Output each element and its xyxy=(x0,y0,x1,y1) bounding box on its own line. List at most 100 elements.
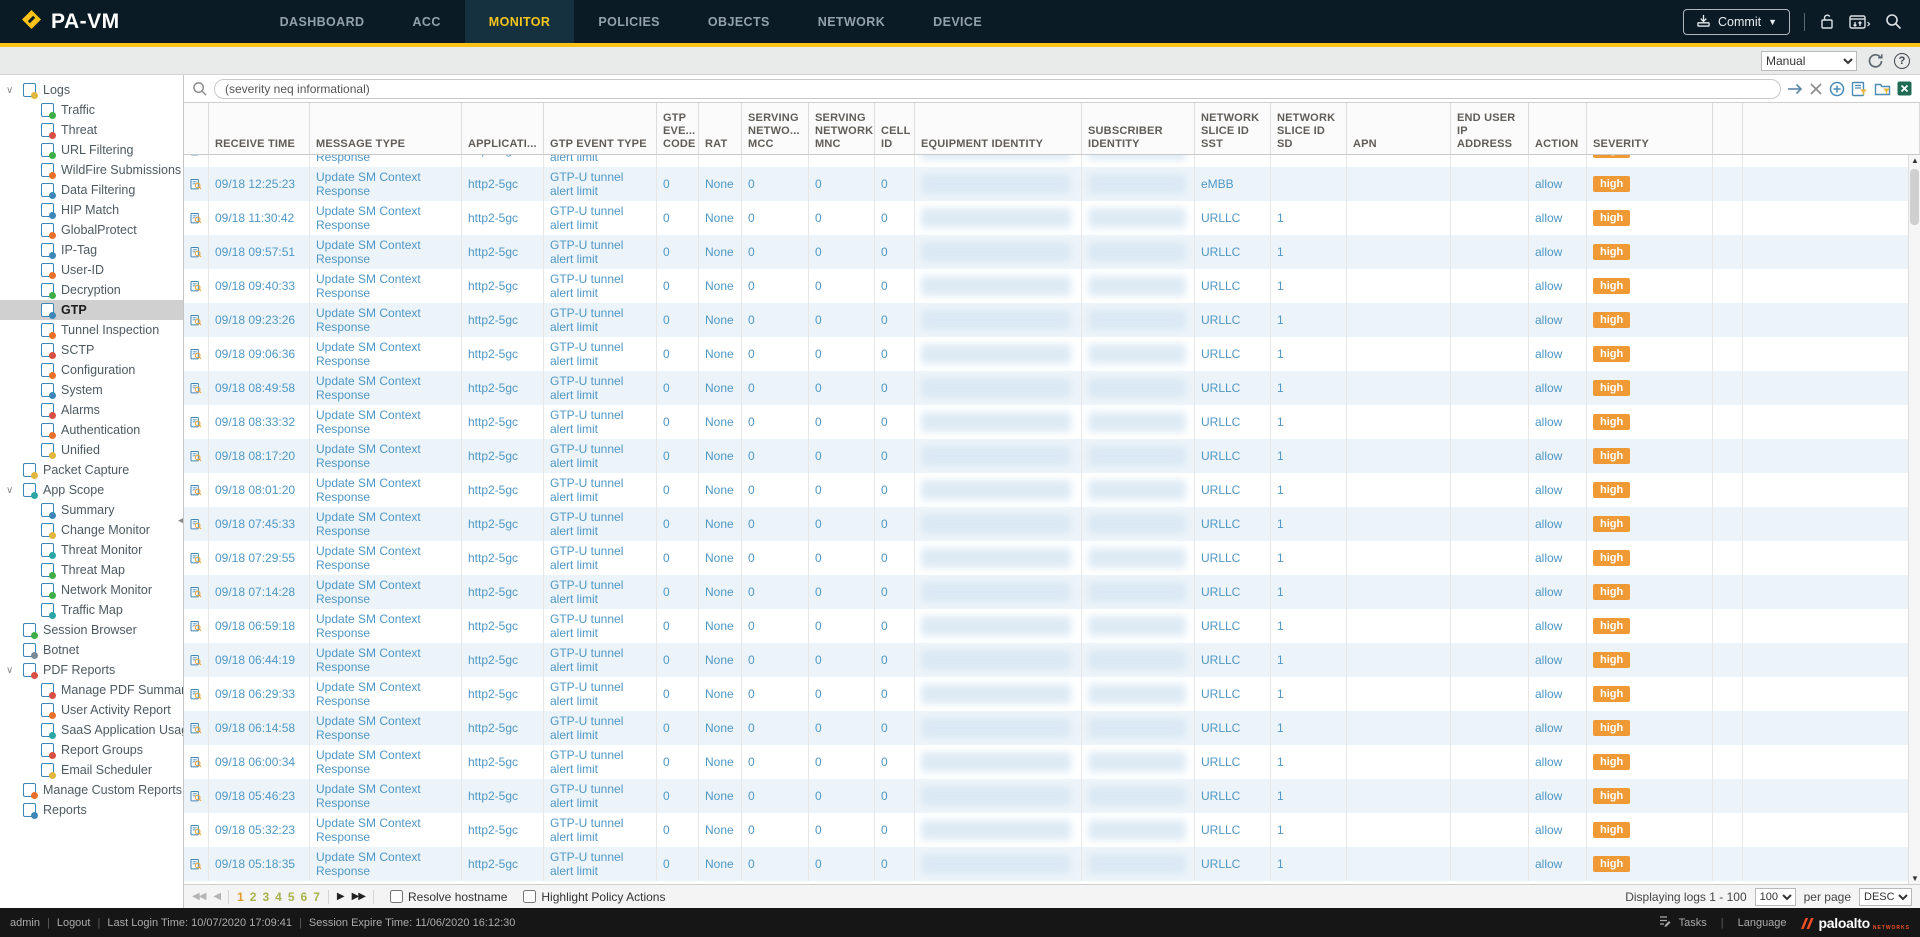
log-detail-icon[interactable] xyxy=(184,711,209,745)
action-link[interactable]: allow xyxy=(1529,643,1587,677)
partial-log-row[interactable]: Update SM Context Responsehttp2-5gcGTP-U… xyxy=(184,155,1920,167)
next-page-icon[interactable]: ▶ xyxy=(337,891,344,902)
column-header-action[interactable]: ACTION xyxy=(1529,103,1587,154)
sidebar-item-threat[interactable]: Threat xyxy=(0,120,183,140)
sidebar-item-email-scheduler[interactable]: Email Scheduler xyxy=(0,760,183,780)
nav-tab-network[interactable]: NETWORK xyxy=(794,0,909,43)
sidebar-item-manage-pdf-summary[interactable]: Manage PDF Summary xyxy=(0,680,183,700)
log-detail-icon[interactable] xyxy=(184,507,209,541)
scroll-up-icon[interactable]: ▲ xyxy=(1909,156,1920,165)
action-link[interactable]: allow xyxy=(1529,779,1587,813)
nav-tab-objects[interactable]: OBJECTS xyxy=(684,0,794,43)
nav-tab-device[interactable]: DEVICE xyxy=(909,0,1006,43)
sort-order-select[interactable]: DESC xyxy=(1859,888,1912,906)
log-detail-icon[interactable] xyxy=(184,609,209,643)
action-link[interactable]: allow xyxy=(1529,269,1587,303)
sidebar-item-app-scope[interactable]: ∨App Scope xyxy=(0,480,183,500)
page-number-4[interactable]: 4 xyxy=(275,890,282,904)
column-header-sst[interactable]: NETWORK SLICE ID SST xyxy=(1195,103,1271,154)
sidebar-item-threat-map[interactable]: Threat Map xyxy=(0,560,183,580)
sidebar-item-botnet[interactable]: Botnet xyxy=(0,640,183,660)
action-link[interactable]: allow xyxy=(1529,235,1587,269)
log-row[interactable]: 09/18 12:25:23Update SM Context Response… xyxy=(184,167,1920,201)
log-row[interactable]: 09/18 07:14:28Update SM Context Response… xyxy=(184,575,1920,609)
action-link[interactable]: allow xyxy=(1529,405,1587,439)
column-header-severity[interactable]: SEVERITY xyxy=(1587,103,1713,154)
column-header-mnc[interactable]: SERVING NETWORK MNC xyxy=(809,103,875,154)
sidebar-item-unified[interactable]: Unified xyxy=(0,440,183,460)
sidebar-item-hip-match[interactable]: HIP Match xyxy=(0,200,183,220)
page-number-6[interactable]: 6 xyxy=(301,890,308,904)
page-number-5[interactable]: 5 xyxy=(288,890,295,904)
column-header-subscriber[interactable]: SUBSCRIBER IDENTITY xyxy=(1082,103,1195,154)
help-icon[interactable]: ? xyxy=(1894,53,1910,69)
column-header-mcc[interactable]: SERVING NETWO... MCC xyxy=(742,103,809,154)
action-link[interactable]: allow xyxy=(1529,711,1587,745)
log-detail-icon[interactable] xyxy=(184,439,209,473)
action-link[interactable]: allow xyxy=(1529,575,1587,609)
log-row[interactable]: 09/18 05:32:23Update SM Context Response… xyxy=(184,813,1920,847)
highlight-policy-checkbox[interactable] xyxy=(523,890,536,903)
log-detail-icon[interactable] xyxy=(184,643,209,677)
log-row[interactable]: 09/18 06:44:19Update SM Context Response… xyxy=(184,643,1920,677)
sidebar-item-globalprotect[interactable]: GlobalProtect xyxy=(0,220,183,240)
sidebar-item-alarms[interactable]: Alarms xyxy=(0,400,183,420)
load-filter-icon[interactable] xyxy=(1874,80,1891,97)
log-detail-icon[interactable] xyxy=(184,167,209,201)
sidebar-item-sctp[interactable]: SCTP xyxy=(0,340,183,360)
action-link[interactable]: allow xyxy=(1529,507,1587,541)
sidebar-item-manage-custom-reports[interactable]: Manage Custom Reports xyxy=(0,780,183,800)
log-row[interactable]: 09/18 07:29:55Update SM Context Response… xyxy=(184,541,1920,575)
action-link[interactable]: allow xyxy=(1529,473,1587,507)
sidebar-item-saas-application-usage[interactable]: SaaS Application Usage xyxy=(0,720,183,740)
auto-refresh-select[interactable]: Manual xyxy=(1761,51,1857,71)
vertical-scrollbar[interactable]: ▲ ▼ xyxy=(1908,155,1920,884)
action-link[interactable]: allow xyxy=(1529,167,1587,201)
export-csv-icon[interactable] xyxy=(1897,81,1912,96)
save-filter-icon[interactable] xyxy=(1851,80,1868,97)
column-header-app[interactable]: APPLICATI... xyxy=(462,103,544,154)
log-row[interactable]: 09/18 07:45:33Update SM Context Response… xyxy=(184,507,1920,541)
search-icon[interactable] xyxy=(1885,13,1902,30)
sidebar-item-summary[interactable]: Summary xyxy=(0,500,183,520)
log-detail-icon[interactable] xyxy=(184,677,209,711)
sidebar-item-report-groups[interactable]: Report Groups xyxy=(0,740,183,760)
page-number-7[interactable]: 7 xyxy=(313,890,320,904)
per-page-select[interactable]: 100 xyxy=(1755,888,1796,906)
log-detail-icon[interactable] xyxy=(184,201,209,235)
log-detail-icon[interactable] xyxy=(184,155,209,167)
chevron-expanded-icon[interactable]: ∨ xyxy=(6,665,23,676)
log-row[interactable]: 09/18 09:40:33Update SM Context Response… xyxy=(184,269,1920,303)
column-header-event[interactable]: GTP EVENT TYPE xyxy=(544,103,657,154)
sidebar-item-configuration[interactable]: Configuration xyxy=(0,360,183,380)
log-detail-icon[interactable] xyxy=(184,779,209,813)
action-link[interactable]: allow xyxy=(1529,303,1587,337)
save-config-icon[interactable] xyxy=(1849,13,1871,30)
chevron-expanded-icon[interactable]: ∨ xyxy=(6,485,23,496)
log-row[interactable]: 09/18 08:17:20Update SM Context Response… xyxy=(184,439,1920,473)
sidebar-item-ip-tag[interactable]: IP-Tag xyxy=(0,240,183,260)
nav-tab-policies[interactable]: POLICIES xyxy=(574,0,684,43)
column-header-apn[interactable]: APN xyxy=(1347,103,1451,154)
sidebar-item-threat-monitor[interactable]: Threat Monitor xyxy=(0,540,183,560)
sidebar-item-data-filtering[interactable]: Data Filtering xyxy=(0,180,183,200)
column-header-sd[interactable]: NETWORK SLICE ID SD xyxy=(1271,103,1347,154)
log-detail-icon[interactable] xyxy=(184,541,209,575)
sidebar-item-traffic-map[interactable]: Traffic Map xyxy=(0,600,183,620)
action-link[interactable]: allow xyxy=(1529,813,1587,847)
nav-tab-monitor[interactable]: MONITOR xyxy=(465,0,575,43)
scroll-down-icon[interactable]: ▼ xyxy=(1909,874,1920,883)
log-row[interactable]: 09/18 08:33:32Update SM Context Response… xyxy=(184,405,1920,439)
page-number-1[interactable]: 1 xyxy=(237,890,244,904)
log-detail-icon[interactable] xyxy=(184,269,209,303)
logout-link[interactable]: Logout xyxy=(57,917,91,929)
log-row[interactable]: 09/18 06:59:18Update SM Context Response… xyxy=(184,609,1920,643)
action-link[interactable]: allow xyxy=(1529,745,1587,779)
log-detail-icon[interactable] xyxy=(184,813,209,847)
log-row[interactable]: Update SM Context Responsehttp2-5gcGTP-U… xyxy=(184,155,1920,167)
log-detail-icon[interactable] xyxy=(184,303,209,337)
action-link[interactable]: allow xyxy=(1529,337,1587,371)
log-detail-icon[interactable] xyxy=(184,473,209,507)
sidebar-item-gtp[interactable]: GTP xyxy=(0,300,183,320)
log-row[interactable]: 09/18 08:01:20Update SM Context Response… xyxy=(184,473,1920,507)
